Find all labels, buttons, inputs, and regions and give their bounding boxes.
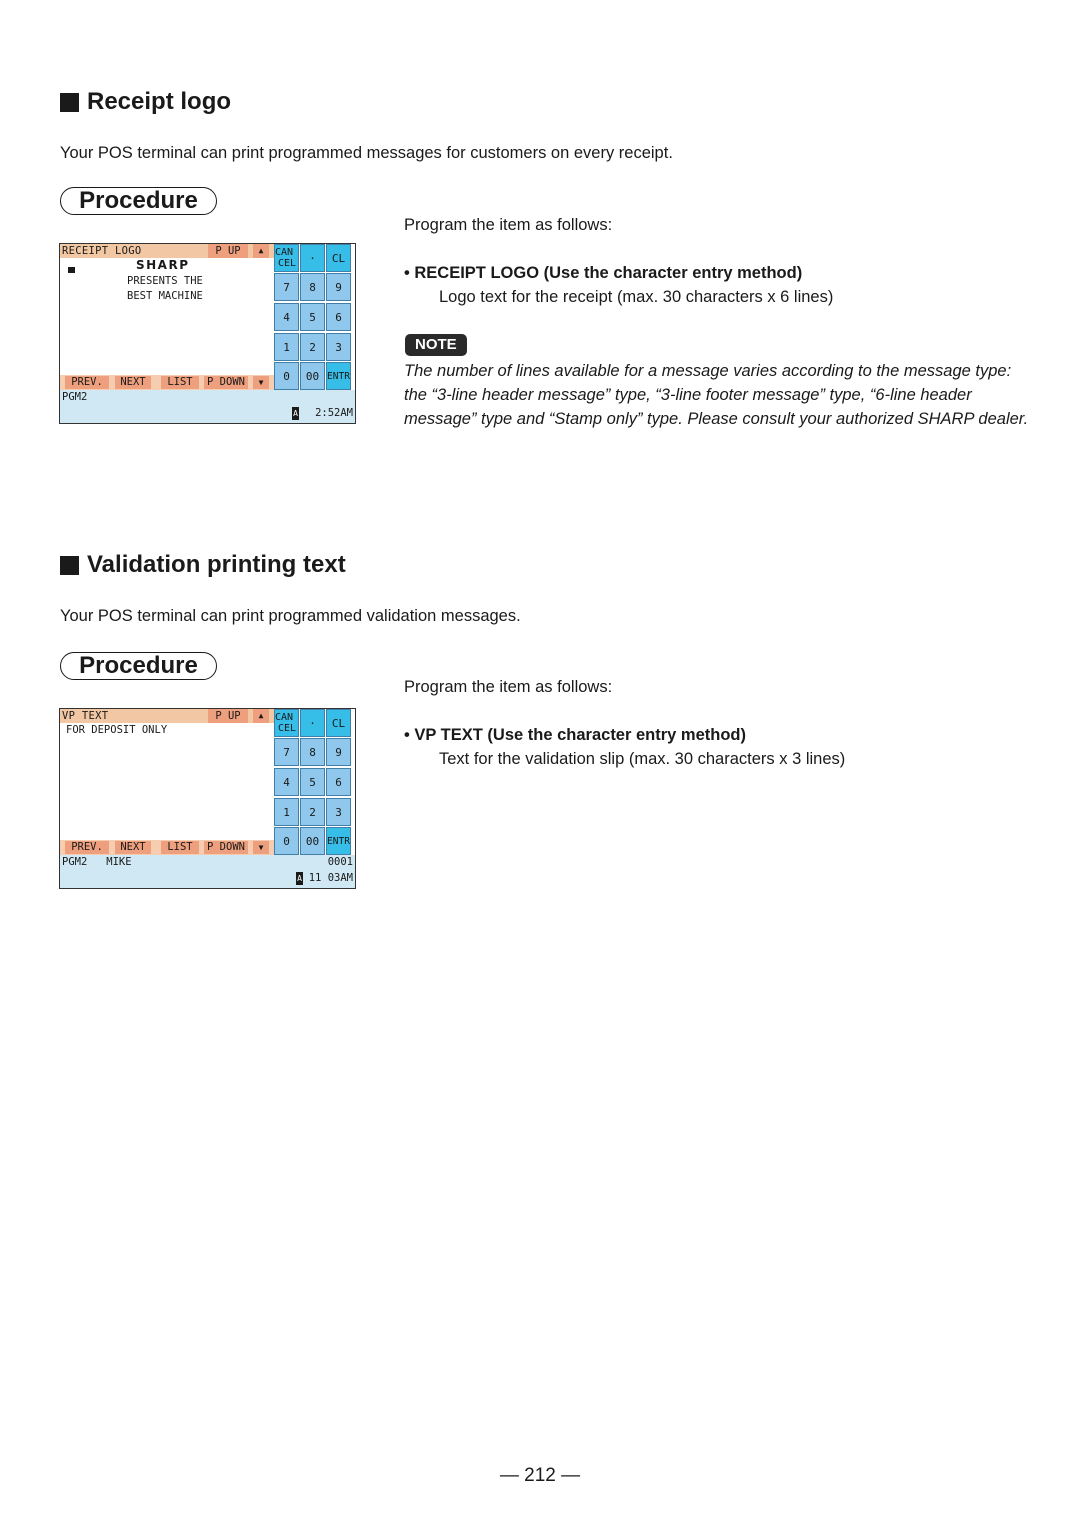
page-number: — 212 — xyxy=(499,1465,581,1486)
key-00[interactable]: 00 xyxy=(300,362,325,390)
pos-screen-receipt-logo: RECEIPT LOGO P UP ▲ SHARP PRESENTS THE B… xyxy=(59,243,356,424)
key-7[interactable]: 7 xyxy=(274,738,299,766)
prev-button[interactable]: PREV. xyxy=(65,841,109,854)
key-2[interactable]: 2 xyxy=(300,798,325,826)
key-6[interactable]: 6 xyxy=(326,303,351,331)
content-line: PRESENTS THE xyxy=(127,275,203,287)
list-button[interactable]: LIST xyxy=(161,841,199,854)
text-cursor-icon xyxy=(68,267,75,273)
page-down-button[interactable]: P DOWN xyxy=(204,841,248,854)
decimal-key[interactable]: · xyxy=(300,709,325,737)
key-8[interactable]: 8 xyxy=(300,738,325,766)
cancel-key-label-1: CAN xyxy=(275,712,294,723)
status-time: 2:52AM xyxy=(315,407,353,419)
key-6[interactable]: 6 xyxy=(326,768,351,796)
key-2[interactable]: 2 xyxy=(300,333,325,361)
note-text: The number of lines available for a mess… xyxy=(404,362,1029,428)
key-3[interactable]: 3 xyxy=(326,333,351,361)
bullet-item-title: • RECEIPT LOGO (Use the character entry … xyxy=(404,264,803,282)
procedure-label: Procedure xyxy=(60,652,217,680)
cancel-key-label-2: CEL xyxy=(277,723,296,734)
enter-key[interactable]: ENTR xyxy=(326,362,351,390)
program-instruction: Program the item as follows: xyxy=(404,216,613,234)
clear-key[interactable]: CL xyxy=(326,244,351,272)
cancel-key-label-1: CAN xyxy=(275,247,294,258)
cancel-key[interactable]: CAN CEL xyxy=(274,244,299,272)
up-arrow-icon: ▲ xyxy=(258,711,264,720)
page-up-button[interactable]: P UP xyxy=(208,244,248,258)
status-right-top: 0001 xyxy=(327,856,353,868)
square-bullet-icon xyxy=(60,555,79,575)
key-9[interactable]: 9 xyxy=(326,738,351,766)
section-intro: Your POS terminal can print programmed v… xyxy=(60,607,521,625)
cancel-key-label-2: CEL xyxy=(277,258,296,269)
screen-status-bar: PGM2 MIKE 0001 A 11 03AM xyxy=(60,855,355,888)
decimal-key[interactable]: · xyxy=(300,244,325,272)
numeric-keypad: CAN CEL · CL 7 8 9 4 5 6 1 2 3 0 00 ENTR xyxy=(274,244,355,390)
key-5[interactable]: 5 xyxy=(300,303,325,331)
page-down-button[interactable]: P DOWN xyxy=(204,376,248,389)
next-button[interactable]: NEXT xyxy=(115,841,151,854)
down-arrow-icon: ▼ xyxy=(258,843,264,852)
mode-indicator-icon: A xyxy=(292,407,299,420)
program-instruction: Program the item as follows: xyxy=(404,678,613,696)
square-bullet-icon xyxy=(60,92,79,112)
section-title-text: Receipt logo xyxy=(87,88,232,115)
down-arrow-button[interactable]: ▼ xyxy=(253,376,269,389)
key-5[interactable]: 5 xyxy=(300,768,325,796)
screen-title: VP TEXT xyxy=(62,710,109,722)
status-time: 11 03AM xyxy=(308,872,353,884)
page-up-button[interactable]: P UP xyxy=(208,709,248,723)
screen-nav-bar: PREV. NEXT LIST P DOWN ▼ xyxy=(60,375,274,390)
status-mode-text: PGM2 xyxy=(62,391,88,403)
numeric-keypad: CAN CEL · CL 7 8 9 4 5 6 1 2 3 0 00 ENTR xyxy=(274,709,355,855)
bullet-item-desc: Logo text for the receipt (max. 30 chara… xyxy=(439,288,834,306)
status-mode-text: PGM2 MIKE xyxy=(62,856,132,868)
procedure-label: Procedure xyxy=(60,187,217,215)
section-intro: Your POS terminal can print programmed m… xyxy=(60,144,673,162)
down-arrow-icon: ▼ xyxy=(258,378,264,387)
key-00[interactable]: 00 xyxy=(300,827,325,855)
list-button[interactable]: LIST xyxy=(161,376,199,389)
up-arrow-button[interactable]: ▲ xyxy=(253,709,269,723)
down-arrow-button[interactable]: ▼ xyxy=(253,841,269,854)
prev-button[interactable]: PREV. xyxy=(65,376,109,389)
cancel-key[interactable]: CAN CEL xyxy=(274,709,299,737)
mode-indicator-icon: A xyxy=(296,872,303,885)
key-1[interactable]: 1 xyxy=(274,333,299,361)
section-heading-receipt-logo: Receipt logo xyxy=(60,88,231,116)
up-arrow-button[interactable]: ▲ xyxy=(253,244,269,258)
content-line: FOR DEPOSIT ONLY xyxy=(66,724,168,736)
content-line: SHARP xyxy=(136,258,190,272)
bullet-title-text: VP TEXT (Use the character entry method) xyxy=(414,726,746,744)
note-badge: NOTE xyxy=(405,334,467,356)
content-line: BEST MACHINE xyxy=(127,290,203,302)
key-1[interactable]: 1 xyxy=(274,798,299,826)
enter-key[interactable]: ENTR xyxy=(326,827,351,855)
key-7[interactable]: 7 xyxy=(274,273,299,301)
key-8[interactable]: 8 xyxy=(300,273,325,301)
pos-screen-vp-text: VP TEXT P UP ▲ FOR DEPOSIT ONLY PREV. NE… xyxy=(59,708,356,889)
clear-key[interactable]: CL xyxy=(326,709,351,737)
screen-title: RECEIPT LOGO xyxy=(62,245,142,257)
section-title-text: Validation printing text xyxy=(87,551,346,578)
screen-nav-bar: PREV. NEXT LIST P DOWN ▼ xyxy=(60,840,274,855)
up-arrow-icon: ▲ xyxy=(258,246,264,255)
bullet-title-text: RECEIPT LOGO (Use the character entry me… xyxy=(414,264,803,282)
bullet-item-desc: Text for the validation slip (max. 30 ch… xyxy=(439,750,846,768)
bullet-item-title: • VP TEXT (Use the character entry metho… xyxy=(404,726,746,744)
key-0[interactable]: 0 xyxy=(274,362,299,390)
key-4[interactable]: 4 xyxy=(274,303,299,331)
screen-status-bar: PGM2 A 2:52AM xyxy=(60,390,355,423)
key-0[interactable]: 0 xyxy=(274,827,299,855)
section-heading-validation-text: Validation printing text xyxy=(60,551,346,579)
key-4[interactable]: 4 xyxy=(274,768,299,796)
key-9[interactable]: 9 xyxy=(326,273,351,301)
key-3[interactable]: 3 xyxy=(326,798,351,826)
next-button[interactable]: NEXT xyxy=(115,376,151,389)
